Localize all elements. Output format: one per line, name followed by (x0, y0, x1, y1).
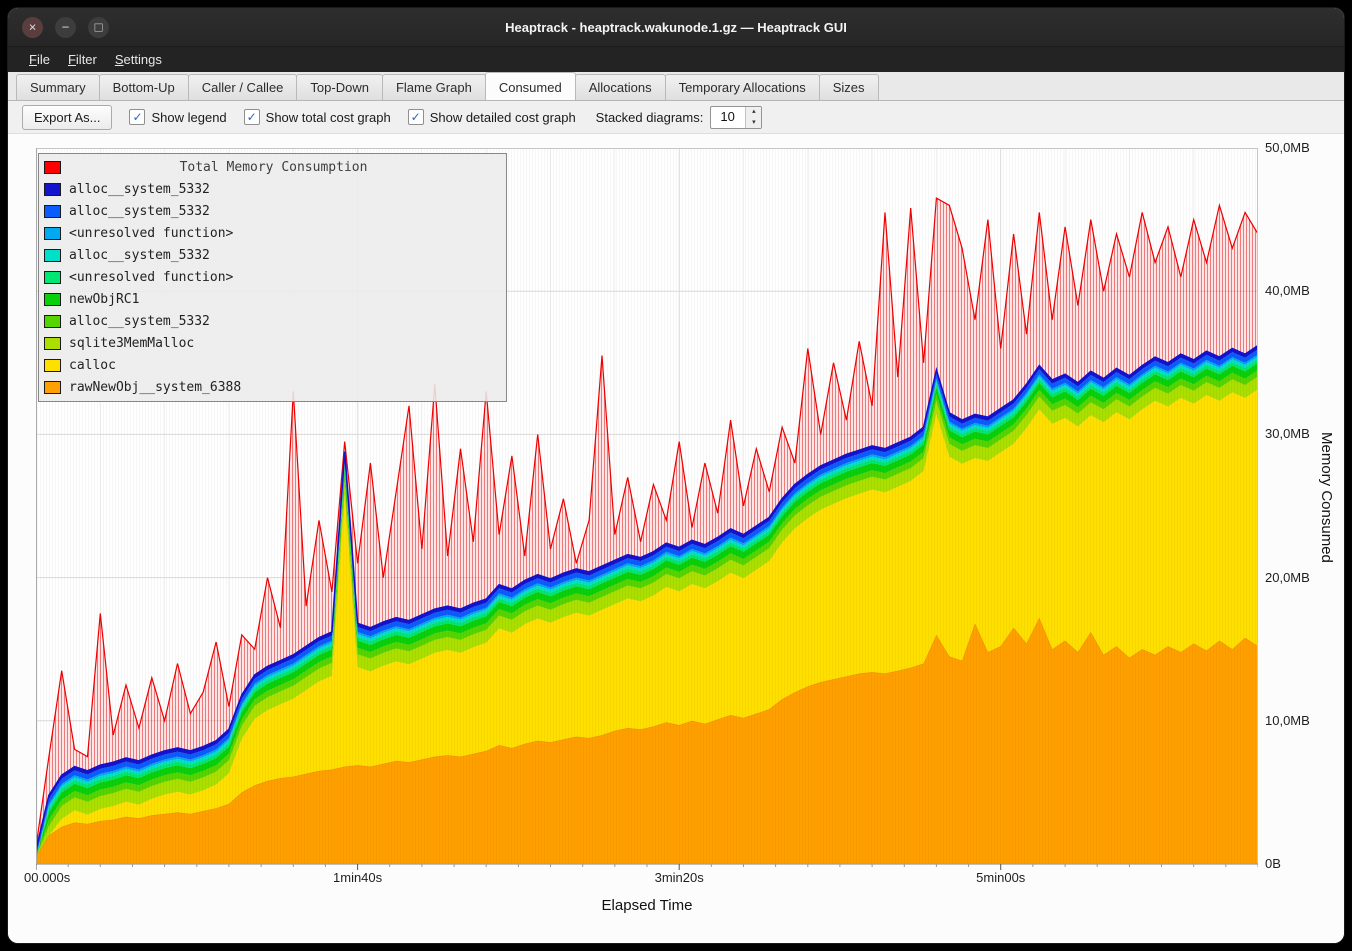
y-tick-label: 50,0MB (1265, 140, 1337, 155)
checkbox-checked-icon: ✓ (129, 109, 145, 125)
tab-caller-callee[interactable]: Caller / Callee (188, 74, 298, 100)
chart-area: Total Memory Consumption alloc__system_53… (8, 134, 1344, 943)
legend-total-swatch (44, 161, 61, 174)
legend-entry: alloc__system_5332 (39, 200, 506, 222)
window-controls: × − □ (22, 8, 109, 46)
tab-sizes[interactable]: Sizes (819, 74, 879, 100)
tab-bottom-up[interactable]: Bottom-Up (99, 74, 189, 100)
checkbox-checked-icon: ✓ (408, 109, 424, 125)
legend-label: alloc__system_5332 (69, 314, 210, 329)
legend-label: calloc (69, 358, 116, 373)
tab-flame-graph[interactable]: Flame Graph (382, 74, 486, 100)
legend-entry: newObjRC1 (39, 288, 506, 310)
y-tick-label: 20,0MB (1265, 570, 1337, 585)
close-button[interactable]: × (22, 17, 43, 38)
legend-title-row: Total Memory Consumption (39, 156, 506, 178)
minimize-button[interactable]: − (55, 17, 76, 38)
legend-entry: sqlite3MemMalloc (39, 332, 506, 354)
legend-swatch (44, 315, 61, 328)
legend-title: Total Memory Consumption (61, 160, 486, 175)
legend-label: rawNewObj__system_6388 (69, 380, 241, 395)
stacked-diagrams-spinner[interactable]: 10 ▴ ▾ (710, 106, 762, 129)
legend-swatch (44, 205, 61, 218)
stacked-diagrams-group: Stacked diagrams: 10 ▴ ▾ (596, 106, 763, 129)
checkbox-checked-icon: ✓ (244, 109, 260, 125)
legend-swatch (44, 337, 61, 350)
checkbox-show-detailed-cost-graph[interactable]: ✓ Show detailed cost graph (408, 109, 576, 125)
legend-swatch (44, 227, 61, 240)
menu-filter[interactable]: Filter (59, 49, 106, 70)
legend-swatch (44, 271, 61, 284)
menu-file[interactable]: File (20, 49, 59, 70)
legend-swatch (44, 249, 61, 262)
legend-label: alloc__system_5332 (69, 248, 210, 263)
minimize-icon: − (62, 20, 70, 33)
legend-entry: rawNewObj__system_6388 (39, 376, 506, 398)
legend-entry: <unresolved function> (39, 222, 506, 244)
toolbar-checkboxes: ✓ Show legend ✓ Show total cost graph ✓ Show … (112, 108, 575, 126)
legend-label: alloc__system_5332 (69, 182, 210, 197)
tab-allocations[interactable]: Allocations (575, 74, 666, 100)
tab-temporary-allocations[interactable]: Temporary Allocations (665, 74, 820, 100)
x-axis-title: Elapsed Time (36, 897, 1258, 914)
y-tick-label: 40,0MB (1265, 283, 1337, 298)
tab-bar: SummaryBottom-UpCaller / CalleeTop-DownF… (8, 72, 1344, 101)
titlebar: × − □ Heaptrack - heaptrack.wakunode.1.gz … (8, 8, 1344, 46)
checkbox-label: Show legend (151, 110, 226, 125)
y-tick-label: 10,0MB (1265, 713, 1337, 728)
checkbox-label: Show detailed cost graph (430, 110, 576, 125)
legend-entry: alloc__system_5332 (39, 178, 506, 200)
tab-top-down[interactable]: Top-Down (296, 74, 383, 100)
checkbox-show-legend[interactable]: ✓ Show legend (129, 109, 226, 125)
menu-settings[interactable]: Settings (106, 49, 171, 70)
legend-label: <unresolved function> (69, 226, 233, 241)
close-icon: × (29, 20, 37, 33)
spinner-up-icon[interactable]: ▴ (746, 107, 761, 118)
tab-summary[interactable]: Summary (16, 74, 100, 100)
chart-legend: Total Memory Consumption alloc__system_53… (38, 153, 507, 402)
x-tick-label: 3min20s (655, 870, 704, 885)
legend-label: <unresolved function> (69, 270, 233, 285)
tab-consumed[interactable]: Consumed (485, 72, 576, 100)
y-tick-label: 0B (1265, 856, 1337, 871)
spinner-arrows: ▴ ▾ (745, 107, 761, 128)
legend-label: newObjRC1 (69, 292, 139, 307)
checkbox-show-total-cost-graph[interactable]: ✓ Show total cost graph (244, 109, 391, 125)
legend-swatch (44, 183, 61, 196)
legend-swatch (44, 293, 61, 306)
x-tick-label: 1min40s (333, 870, 382, 885)
export-as-button[interactable]: Export As... (22, 105, 112, 130)
legend-entry: alloc__system_5332 (39, 310, 506, 332)
legend-swatch (44, 359, 61, 372)
legend-entry: calloc (39, 354, 506, 376)
maximize-button[interactable]: □ (88, 17, 109, 38)
maximize-icon: □ (95, 20, 103, 33)
spinner-down-icon[interactable]: ▾ (746, 117, 761, 128)
y-axis-title: Memory Consumed (1318, 432, 1335, 563)
legend-label: alloc__system_5332 (69, 204, 210, 219)
legend-label: sqlite3MemMalloc (69, 336, 194, 351)
menubar: FileFilterSettings (8, 46, 1344, 72)
stacked-diagrams-label: Stacked diagrams: (596, 110, 704, 125)
x-tick-label: 5min00s (976, 870, 1025, 885)
legend-entry: <unresolved function> (39, 266, 506, 288)
legend-entry: alloc__system_5332 (39, 244, 506, 266)
window-title: Heaptrack - heaptrack.wakunode.1.gz — He… (505, 20, 847, 35)
legend-swatch (44, 381, 61, 394)
x-tick-label: 00.000s (24, 870, 70, 885)
toolbar: Export As... ✓ Show legend ✓ Show total cos… (8, 101, 1344, 134)
checkbox-label: Show total cost graph (266, 110, 391, 125)
app-window: × − □ Heaptrack - heaptrack.wakunode.1.gz … (8, 8, 1344, 943)
stacked-diagrams-value: 10 (711, 107, 745, 128)
